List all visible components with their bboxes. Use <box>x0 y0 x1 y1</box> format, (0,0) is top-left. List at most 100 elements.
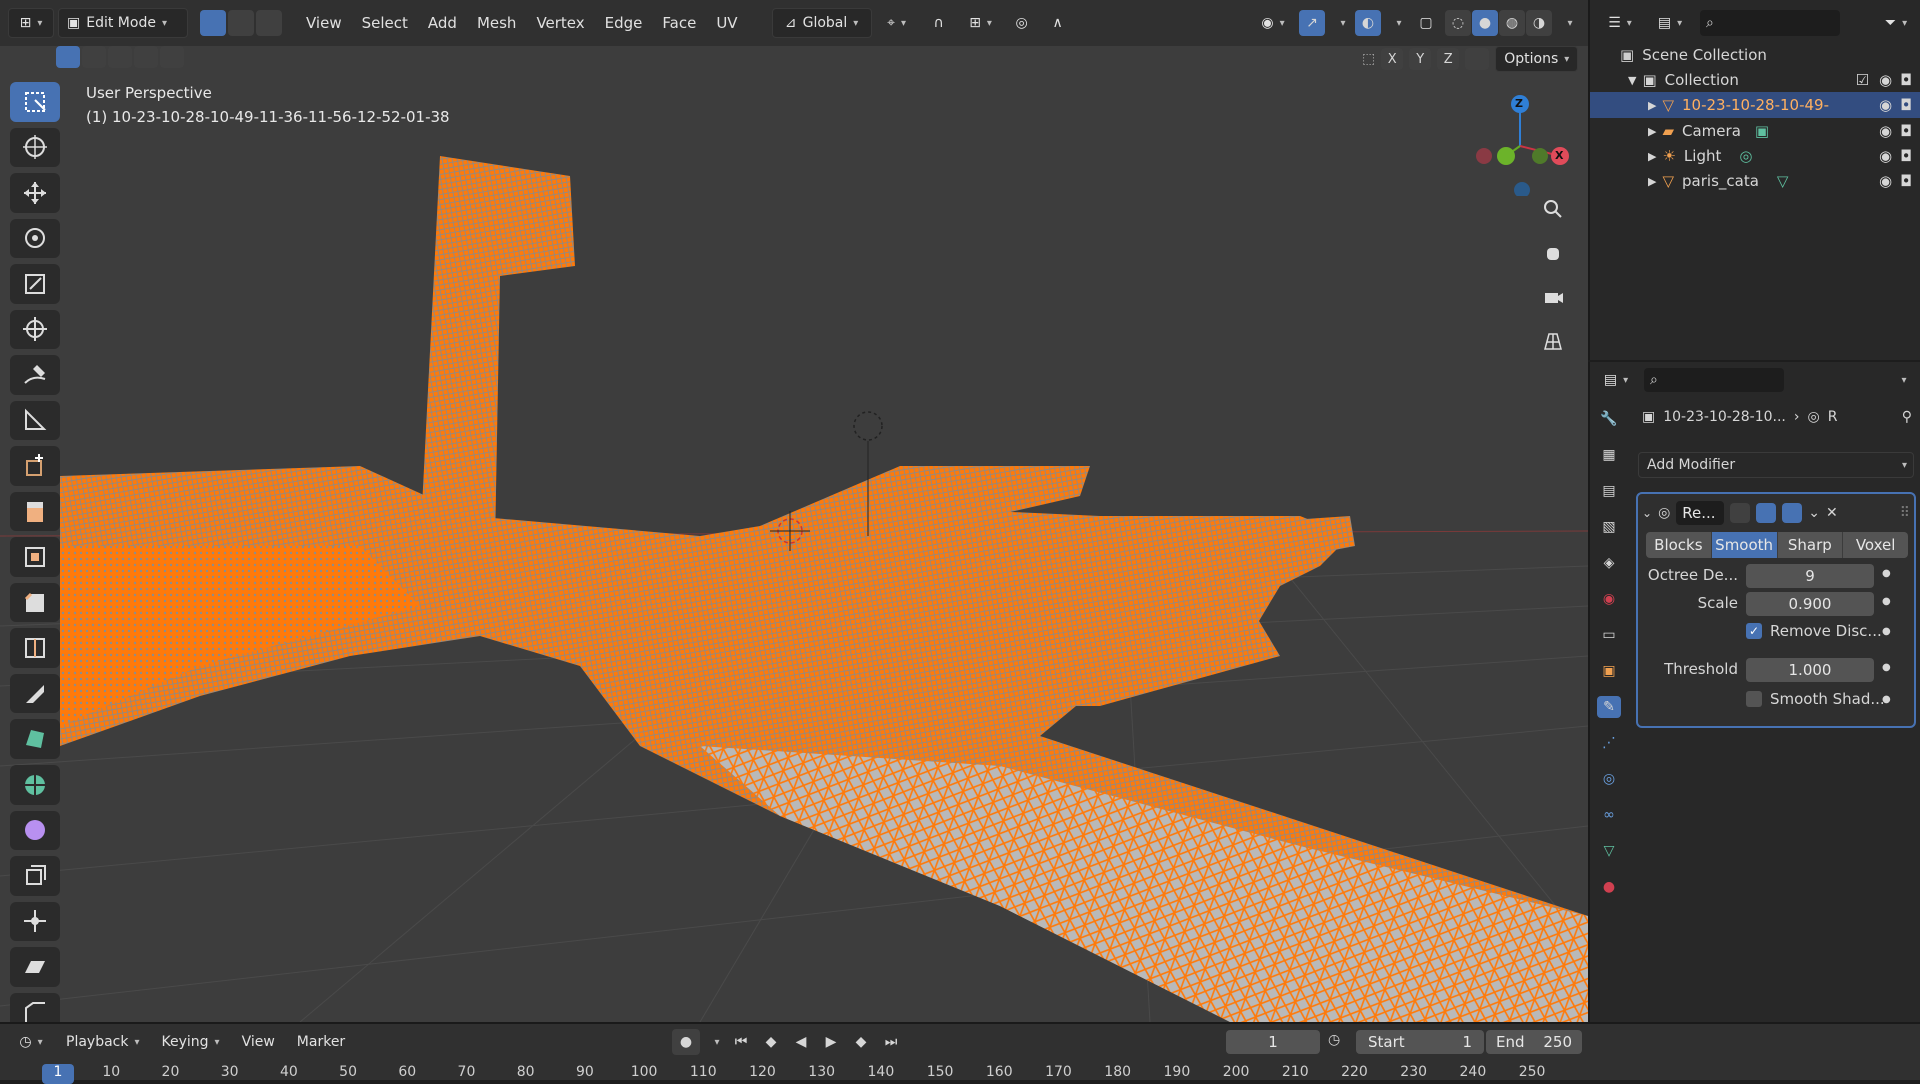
filter-dropdown[interactable]: ⏷ <box>1876 8 1916 38</box>
scene-tab-icon[interactable]: ◈ <box>1597 552 1621 574</box>
smooth-shading-checkbox[interactable]: Smooth Shad... <box>1746 690 1885 708</box>
select-intersect-icon[interactable] <box>160 46 184 68</box>
snap-target-dropdown[interactable]: ⊞ <box>960 8 1002 38</box>
collapse-arrow-icon[interactable]: ⌄ <box>1642 506 1652 520</box>
outliner-item[interactable]: ▶ ▰ Camera ▣ ◉ ◘ <box>1590 118 1920 144</box>
mirror-y-toggle[interactable]: Y <box>1409 48 1432 70</box>
add-cube-tool[interactable] <box>10 446 60 486</box>
eye-icon[interactable]: ◉ <box>1879 71 1892 89</box>
octree-depth-field[interactable]: 9 <box>1746 564 1874 588</box>
menu-mesh[interactable]: Mesh <box>467 8 527 38</box>
rendered-shading-icon[interactable]: ◑ <box>1526 10 1552 36</box>
measure-tool[interactable] <box>10 400 60 441</box>
mode-tab-voxel[interactable]: Voxel <box>1843 532 1908 558</box>
snap-toggle[interactable]: ∩ <box>922 8 956 38</box>
smooth-tool[interactable] <box>10 810 60 851</box>
select-mode-group[interactable] <box>56 46 184 70</box>
mode-dropdown[interactable]: ▣ Edit Mode <box>58 8 188 38</box>
navigation-gizmo[interactable] <box>1470 86 1580 196</box>
gizmo-toggle[interactable]: ↗ <box>1299 10 1325 36</box>
collection-row[interactable]: ▼ ▣ Collection ☑ ◉ ◘ <box>1590 67 1920 93</box>
edge-select-icon[interactable] <box>228 10 254 36</box>
render-tab-icon[interactable]: ▦ <box>1597 444 1621 466</box>
editmode-toggle-icon[interactable] <box>1730 503 1751 523</box>
mode-tab-blocks[interactable]: Blocks <box>1646 532 1712 558</box>
menu-add[interactable]: Add <box>418 8 467 38</box>
render-toggle-icon[interactable] <box>1782 503 1803 523</box>
extrude-tool[interactable] <box>10 491 60 532</box>
world-tab-icon[interactable]: ◉ <box>1597 588 1621 610</box>
zoom-icon[interactable] <box>1538 194 1568 224</box>
menu-edge[interactable]: Edge <box>595 8 653 38</box>
properties-options-dropdown[interactable] <box>1886 365 1916 395</box>
spin-tool[interactable] <box>10 764 60 805</box>
outliner-search-input[interactable]: ⌕ <box>1700 10 1840 36</box>
select-subtract-icon[interactable] <box>108 46 132 68</box>
visibility-dropdown[interactable]: ◉ <box>1251 8 1295 38</box>
material-tab-icon[interactable]: ● <box>1597 876 1621 898</box>
render-camera-icon[interactable]: ◘ <box>1900 71 1912 89</box>
scale-tool[interactable] <box>10 264 60 304</box>
poly-build-tool[interactable] <box>10 719 60 759</box>
chevron-down-icon[interactable]: ⌄ <box>1808 505 1820 521</box>
particles-tab-icon[interactable]: ⋰ <box>1597 732 1621 754</box>
collection-tab-icon[interactable]: ▭ <box>1597 624 1621 646</box>
properties-search-input[interactable]: ⌕ <box>1644 368 1784 392</box>
rotate-tool[interactable] <box>10 218 60 259</box>
ortho-grid-icon[interactable] <box>1538 326 1568 356</box>
modifier-tab-icon[interactable]: ✎ <box>1597 696 1621 718</box>
keyframe-dot-icon[interactable]: ● <box>1882 694 1891 705</box>
wireframe-shading-icon[interactable]: ◌ <box>1445 10 1471 36</box>
close-icon[interactable]: ✕ <box>1826 505 1838 521</box>
shading-dropdown[interactable] <box>1556 8 1578 38</box>
keyframe-dot-icon[interactable]: ● <box>1882 626 1891 637</box>
overlays-toggle[interactable]: ◐ <box>1355 10 1381 36</box>
select-box-tool[interactable] <box>10 82 60 122</box>
shrink-fatten-tool[interactable] <box>10 901 60 942</box>
drag-handle-icon[interactable]: ⠿ <box>1900 505 1910 521</box>
checkbox-checked-icon[interactable]: ✓ <box>1746 623 1762 639</box>
checkbox-icon[interactable]: ☑ <box>1856 71 1869 89</box>
solid-shading-icon[interactable]: ● <box>1472 10 1498 36</box>
eye-icon[interactable]: ◉ <box>1879 96 1892 114</box>
xray-toggle[interactable]: ▢ <box>1411 8 1441 38</box>
loop-cut-tool[interactable] <box>10 628 60 668</box>
outliner-item[interactable]: ▶ ▽ paris_cata ▽ ◉ ◘ <box>1590 168 1920 194</box>
eye-icon[interactable]: ◉ <box>1879 172 1892 190</box>
cursor-tool[interactable] <box>10 127 60 168</box>
face-select-icon[interactable] <box>256 10 282 36</box>
vertex-select-icon[interactable] <box>200 10 226 36</box>
render-camera-icon[interactable]: ◘ <box>1900 122 1912 140</box>
gizmo-dropdown[interactable] <box>1329 8 1351 38</box>
threshold-field[interactable]: 1.000 <box>1746 658 1874 682</box>
display-mode-dropdown[interactable]: ▤ <box>1650 8 1690 38</box>
output-tab-icon[interactable]: ▤ <box>1597 480 1621 502</box>
remove-disconnected-checkbox[interactable]: ✓ Remove Disc... <box>1746 622 1882 640</box>
physics-tab-icon[interactable]: ◎ <box>1597 768 1621 790</box>
tool-tab-icon[interactable]: 🔧 <box>1597 408 1621 430</box>
editor-type-dropdown[interactable]: ⊞ <box>8 8 54 38</box>
add-modifier-dropdown[interactable]: Add Modifier <box>1638 452 1914 478</box>
menu-uv[interactable]: UV <box>706 8 747 38</box>
falloff-dropdown[interactable]: ∧ <box>1042 8 1074 38</box>
camera-view-icon[interactable] <box>1538 282 1568 312</box>
overlays-dropdown[interactable] <box>1385 8 1407 38</box>
modifier-name-input[interactable]: Re... <box>1676 501 1725 525</box>
mirror-z-toggle[interactable]: Z <box>1437 48 1460 70</box>
select-invert-icon[interactable] <box>134 46 158 68</box>
keyframe-dot-icon[interactable]: ● <box>1882 596 1891 607</box>
transform-tool[interactable] <box>10 309 60 350</box>
menu-face[interactable]: Face <box>652 8 706 38</box>
inset-tool[interactable] <box>10 537 60 577</box>
move-tool[interactable] <box>10 173 60 213</box>
checkbox-unchecked-icon[interactable] <box>1746 691 1762 707</box>
constraints-tab-icon[interactable]: ∞ <box>1597 804 1621 826</box>
annotate-tool[interactable] <box>10 355 60 395</box>
render-camera-icon[interactable]: ◘ <box>1900 147 1912 165</box>
keyframe-dot-icon[interactable]: ● <box>1882 568 1891 579</box>
eye-icon[interactable]: ◉ <box>1879 122 1892 140</box>
render-camera-icon[interactable]: ◘ <box>1900 96 1912 114</box>
view-layer-tab-icon[interactable]: ▧ <box>1597 516 1621 538</box>
3d-viewport[interactable]: User Perspective (1) 10-23-10-28-10-49-1… <box>0 46 1588 1022</box>
menu-view[interactable]: View <box>296 8 352 38</box>
